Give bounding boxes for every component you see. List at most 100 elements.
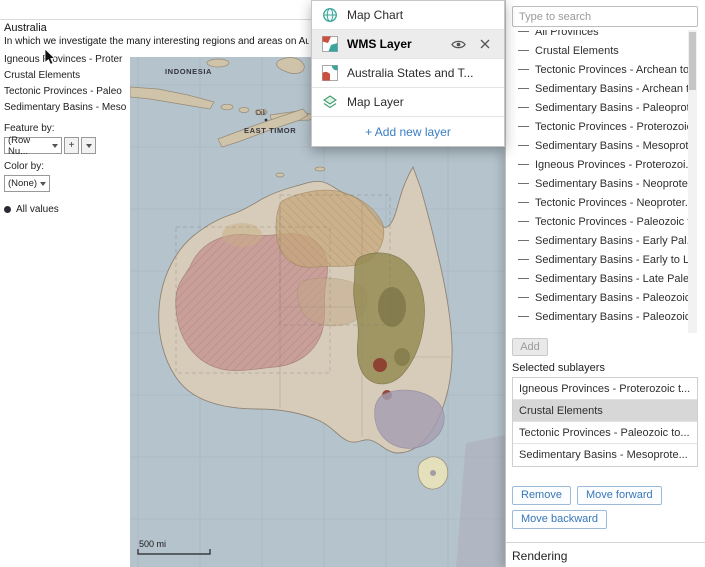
available-sublayer[interactable]: Crustal Elements [512,41,688,60]
available-sublayer[interactable]: Igneous Provinces - Proterozoi... [512,155,688,174]
scale-label: 500 mi [139,539,166,549]
chevron-down-icon [40,182,46,186]
layer-row-label: Map Layer [347,95,404,109]
all-values-item[interactable]: All values [4,204,130,215]
add-new-layer-link[interactable]: + Add new layer [312,117,504,146]
color-by-value: (None) [8,178,37,189]
indonesia-label: INDONESIA [165,67,212,76]
add-button[interactable]: Add [512,338,548,356]
layer-row-wms[interactable]: WMS Layer [312,30,504,59]
available-sublayers-list: All Provinces Crustal Elements Tectonic … [512,30,688,333]
viz-description: In which we investigate the many interes… [4,36,309,47]
layer-line-icon [518,221,529,222]
layer-line-icon [518,278,529,279]
selected-sublayer[interactable]: Tectonic Provinces - Paleozoic to... [513,422,697,444]
selected-sublayer[interactable]: Igneous Provinces - Proterozoic t... [513,378,697,400]
layer-line-icon [518,31,529,32]
sublayer-label: Sedimentary Basins - Paleoprot... [535,102,688,114]
sublayer-label: Tectonic Provinces - Proterozoic [535,121,688,133]
available-sublayer[interactable]: Sedimentary Basins - Paleozoic... [512,288,688,307]
legend-layer-item[interactable]: Tectonic Provinces - Paleo [4,84,130,100]
section-divider [506,542,705,543]
color-by-label: Color by: [4,161,130,172]
feature-layer-icon [322,65,338,81]
scrollbar-thumb[interactable] [689,32,696,90]
layer-line-icon [518,107,529,108]
layer-row-label: Australia States and T... [347,66,474,80]
sublayer-label: Tectonic Provinces - Archean to... [535,64,688,76]
close-icon[interactable] [476,36,494,52]
layer-line-icon [518,145,529,146]
move-backward-button[interactable]: Move backward [512,510,607,529]
layer-line-icon [518,183,529,184]
map-legend: Igneous Provinces - Proter Crustal Eleme… [4,52,130,215]
available-sublayer[interactable]: Sedimentary Basins - Early to L... [512,250,688,269]
available-sublayer[interactable]: Sedimentary Basins - Archean t... [512,79,688,98]
layer-line-icon [518,259,529,260]
available-sublayer[interactable]: Sedimentary Basins - Mesoprot... [512,136,688,155]
sublayer-label: Crustal Elements [535,45,619,57]
feature-by-dropdown[interactable]: (Row Nu... [4,137,62,154]
layers-flyout: Map Chart WMS Layer [311,0,505,147]
wms-map-icon [322,36,338,52]
selected-sublayers-label: Selected sublayers [512,362,605,374]
all-values-label: All values [16,204,59,215]
layer-row-map-chart[interactable]: Map Chart [312,1,504,30]
layer-line-icon [518,50,529,51]
sublayer-label: Sedimentary Basins - Early to L... [535,254,688,266]
available-sublayer[interactable]: Sedimentary Basins - Paleozoic... [512,307,688,326]
legend-layer-item[interactable]: Sedimentary Basins - Meso [4,100,130,116]
available-sublayer[interactable]: Sedimentary Basins - Neoprote... [512,174,688,193]
selected-sublayers-list: Igneous Provinces - Proterozoic t... Cru… [512,377,698,467]
layer-line-icon [518,297,529,298]
feature-by-label: Feature by: [4,123,130,134]
available-sublayer[interactable]: All Provinces [512,30,688,41]
visibility-eye-icon[interactable] [449,36,467,52]
sublayer-label: Igneous Provinces - Proterozoi... [535,159,688,171]
selected-sublayer[interactable]: Crustal Elements [513,400,697,422]
layer-row-label: Map Chart [347,8,403,22]
layer-line-icon [518,240,529,241]
dili-label: Dili [256,110,266,117]
layer-row-australia-states[interactable]: Australia States and T... [312,59,504,88]
column-menu-button[interactable] [81,137,96,154]
available-sublayer[interactable]: Tectonic Provinces - Neoproter... [512,193,688,212]
search-input[interactable] [512,6,698,27]
available-sublayer[interactable]: Tectonic Provinces - Proterozoic [512,117,688,136]
legend-layer-item[interactable]: Igneous Provinces - Proter [4,52,130,68]
available-sublayer[interactable]: Tectonic Provinces - Paleozoic t... [512,212,688,231]
sublayer-label: All Provinces [535,30,599,38]
available-sublayer[interactable]: Sedimentary Basins - Late Pale... [512,269,688,288]
layer-row-label: WMS Layer [347,37,412,51]
map-layer-icon [322,94,338,110]
chevron-down-icon [52,144,58,148]
dili-marker [265,119,268,122]
color-swatch-dot [4,206,11,213]
chevron-down-icon [86,144,92,148]
layer-line-icon [518,88,529,89]
tasmania-region [430,470,436,476]
available-sublayer[interactable]: Tectonic Provinces - Archean to... [512,60,688,79]
feature-by-value: (Row Nu... [8,135,49,157]
layer-row-map-layer[interactable]: Map Layer [312,88,504,117]
sublayer-label: Sedimentary Basins - Early Pal... [535,235,688,247]
add-column-button[interactable]: + [64,137,79,154]
list-scrollbar[interactable] [688,30,697,333]
globe-icon [322,7,338,23]
app-root: Australia In which we investigate the ma… [0,0,705,567]
sublayer-label: Sedimentary Basins - Late Pale... [535,273,688,285]
available-sublayer[interactable]: Sedimentary Basins - Early Pal... [512,231,688,250]
remove-button[interactable]: Remove [512,486,571,505]
layer-line-icon [518,126,529,127]
move-forward-button[interactable]: Move forward [577,486,662,505]
color-by-dropdown[interactable]: (None) [4,175,50,192]
selected-sublayer[interactable]: Sedimentary Basins - Mesoprote... [513,444,697,466]
sublayer-label: Tectonic Provinces - Neoproter... [535,197,688,209]
sublayer-label: Sedimentary Basins - Neoprote... [535,178,688,190]
rendering-section-header[interactable]: Rendering [512,549,567,563]
available-sublayer[interactable]: Sedimentary Basins - Paleoprot... [512,98,688,117]
sublayer-label: Tectonic Provinces - Paleozoic t... [535,216,688,228]
viz-top-border [0,19,311,20]
legend-layer-item[interactable]: Crustal Elements [4,68,130,84]
wms-settings-panel: All Provinces Crustal Elements Tectonic … [505,0,705,567]
